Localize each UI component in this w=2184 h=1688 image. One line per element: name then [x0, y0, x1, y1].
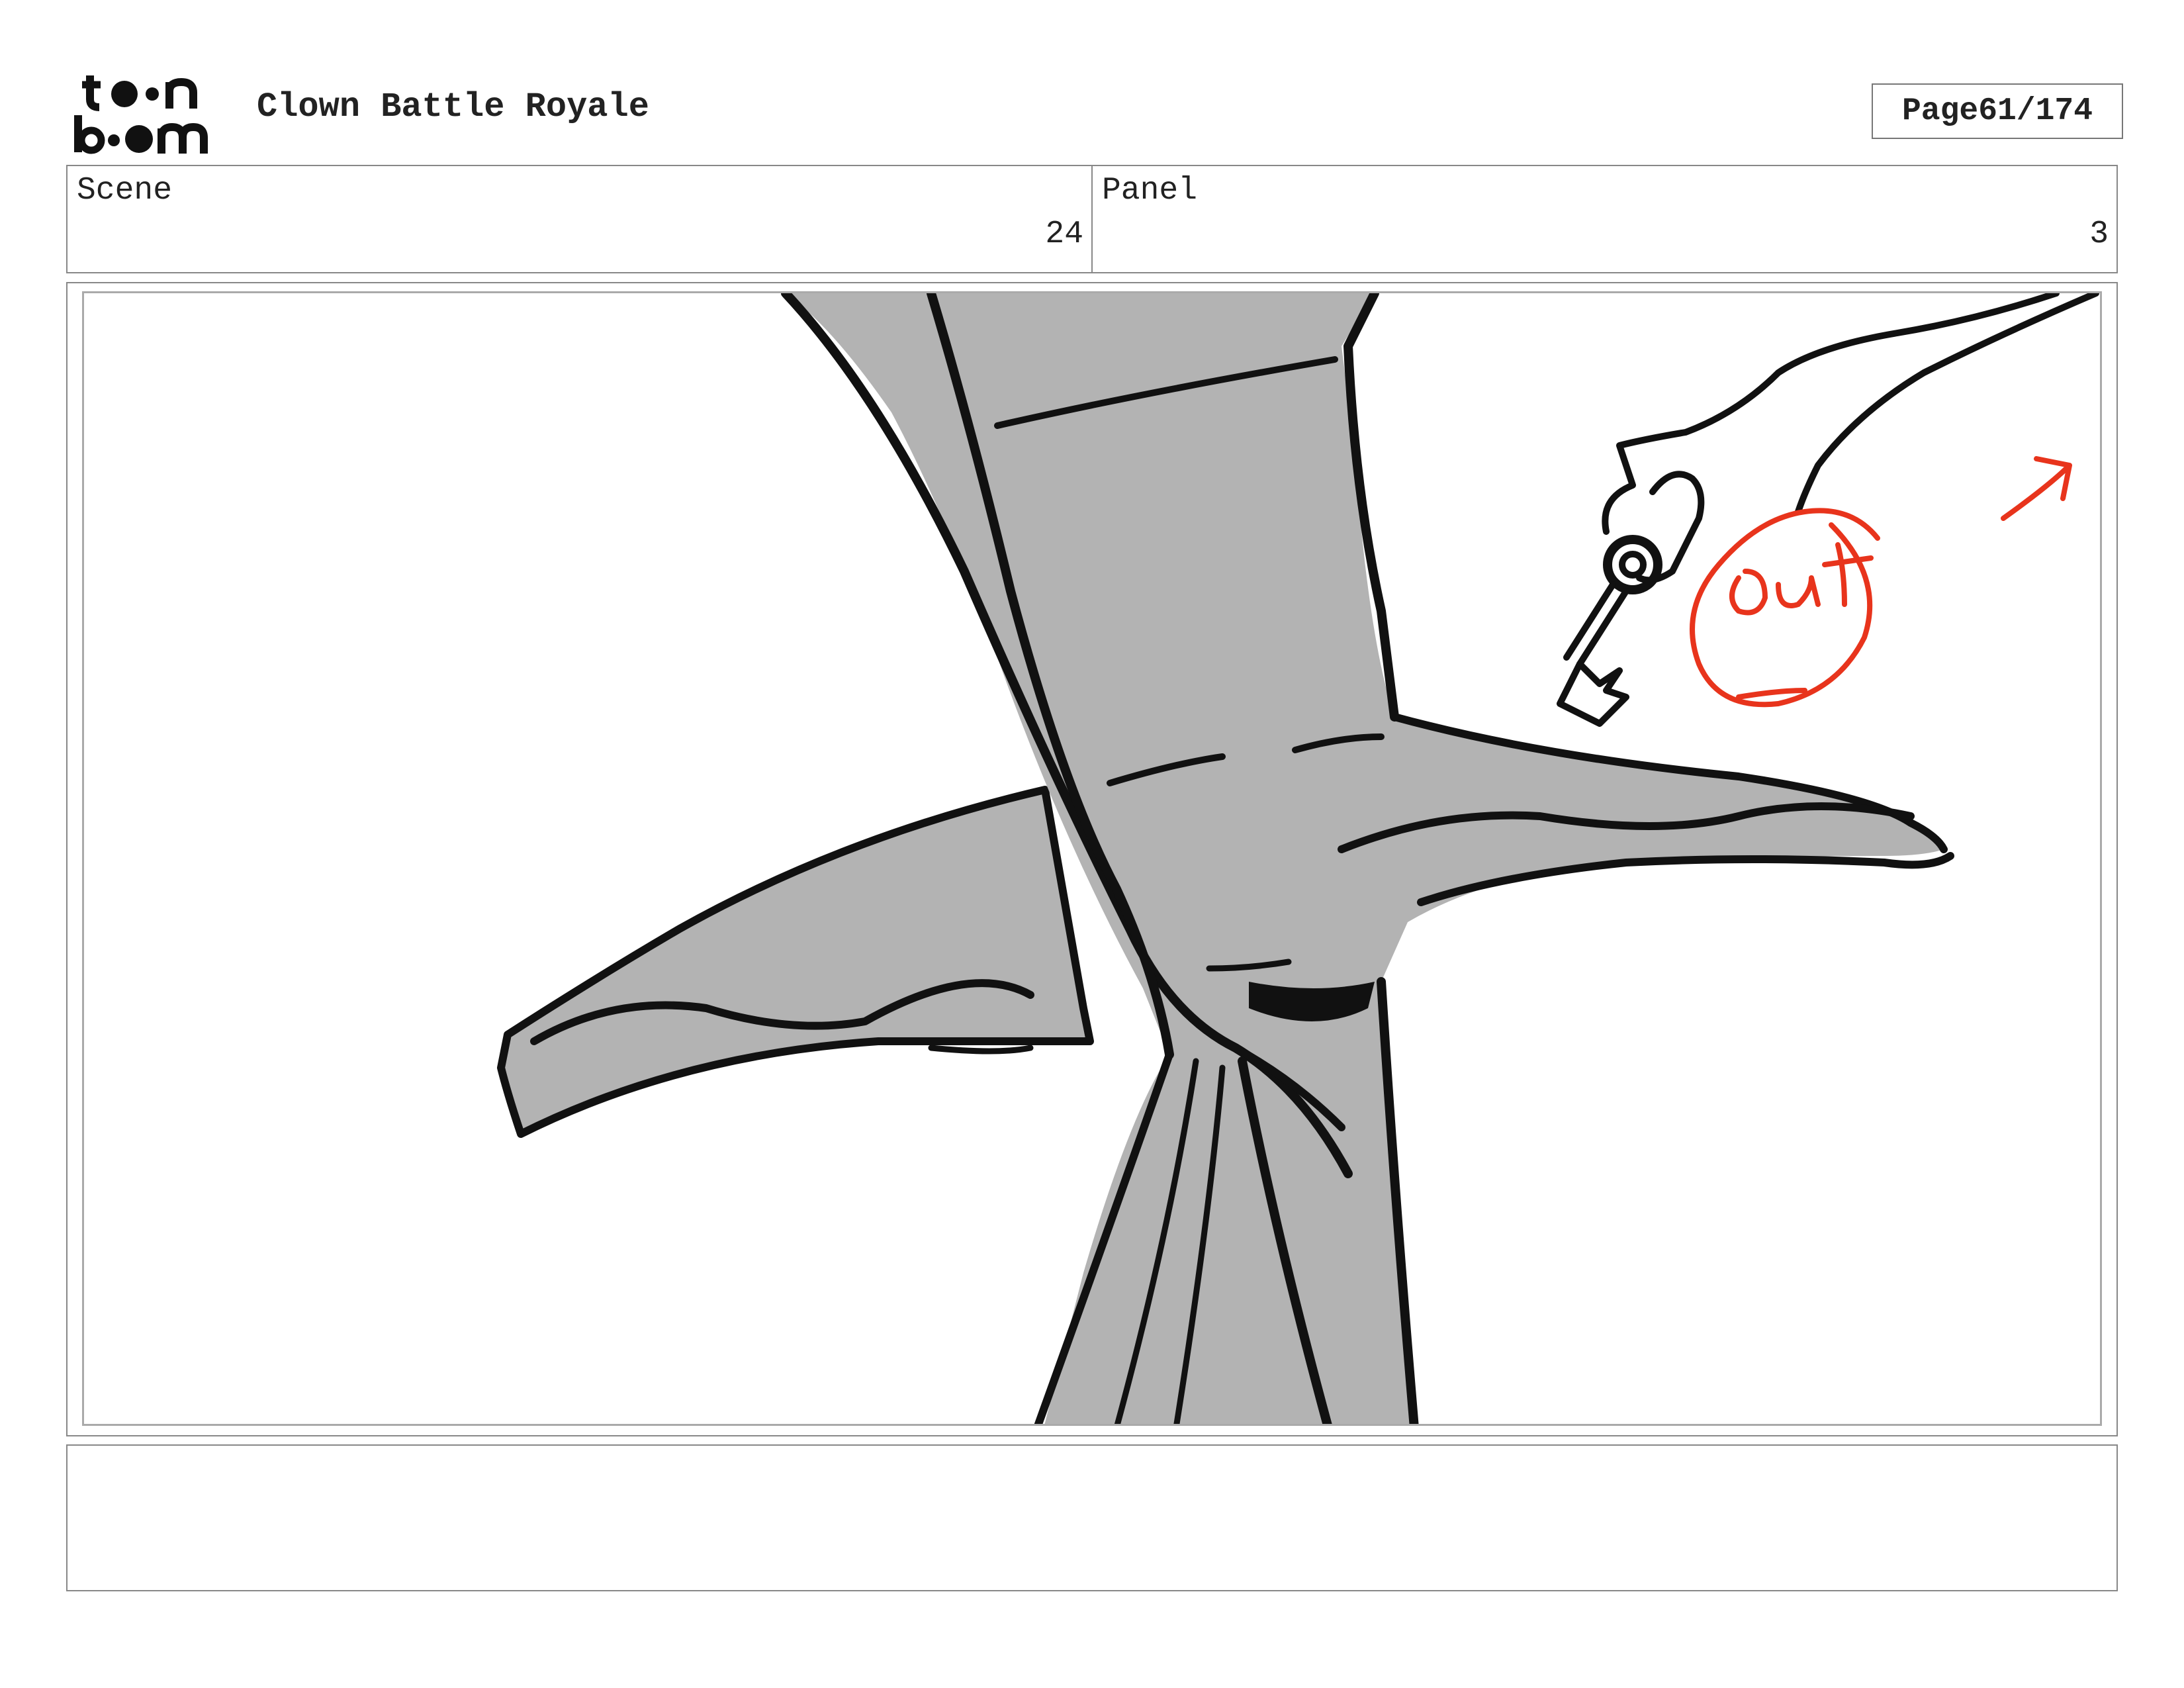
- scene-label: Scene: [77, 173, 173, 209]
- out-annotation: [1690, 456, 2072, 708]
- scene-number: 24: [1045, 216, 1083, 252]
- project-title: Clown Battle Royale: [257, 87, 649, 126]
- page-indicator: Page 61/174: [1872, 83, 2123, 139]
- panel-number: 3: [2089, 216, 2109, 252]
- panel-cell: Panel 3: [1091, 166, 2116, 272]
- panel-label: Panel: [1102, 173, 1198, 209]
- panel-notes-box: [66, 1444, 2118, 1591]
- storyboard-frame: [66, 282, 2118, 1436]
- scene-cell: Scene 24: [68, 166, 1091, 272]
- toon-boom-logo: [71, 71, 226, 155]
- page-label: Page: [1901, 93, 1979, 129]
- panel-drawing: [497, 293, 2099, 1424]
- scene-panel-info: Scene 24 Panel 3: [66, 165, 2118, 273]
- panel-drawing-area: [82, 291, 2102, 1426]
- page-number: 61/174: [1978, 93, 2093, 129]
- left-fin: [497, 786, 1094, 1138]
